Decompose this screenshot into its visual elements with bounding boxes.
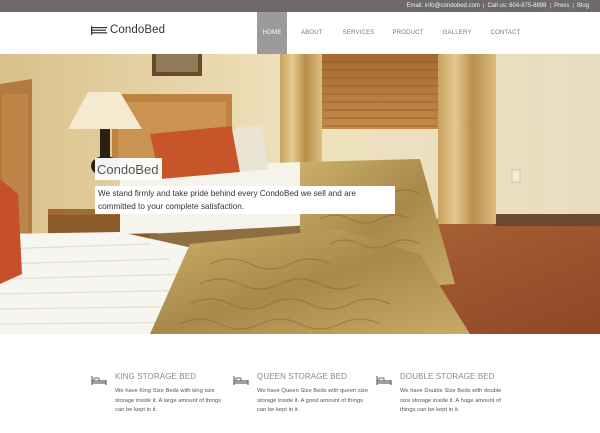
separator: | xyxy=(482,3,485,9)
bed-icon xyxy=(91,376,107,385)
feature-text: We have King Size Beds with king size st… xyxy=(115,388,222,413)
separator: | xyxy=(572,3,574,9)
hero-title: CondoBed xyxy=(95,158,163,180)
logo-bed-icon xyxy=(91,25,107,35)
site-logo[interactable]: CondoBed xyxy=(91,24,165,36)
nav-services[interactable]: SERVICES xyxy=(343,12,375,54)
top-contact-bar: Email: info@condobed.com | Call us: 604-… xyxy=(0,0,600,12)
bed-icon xyxy=(376,376,392,385)
main-nav: HOME ABOUT SERVICES PRODUCT GALLERY CONT… xyxy=(257,12,521,54)
features-section: KING STORAGE BED We have King Size Beds … xyxy=(0,334,600,433)
bed-icon xyxy=(233,376,249,385)
hero-banner: CondoBed We stand firmly and take pride … xyxy=(0,54,600,334)
nav-about[interactable]: ABOUT xyxy=(301,12,323,54)
feature-title: KING STORAGE BED xyxy=(115,372,197,381)
separator: | xyxy=(549,3,552,9)
nav-contact[interactable]: CONTACT xyxy=(491,12,521,54)
site-header: CondoBed HOME ABOUT SERVICES PRODUCT GAL… xyxy=(0,12,600,54)
nav-product[interactable]: PRODUCT xyxy=(393,12,424,54)
logo-text: CondoBed xyxy=(110,24,166,36)
feature-title: QUEEN STORAGE BED xyxy=(257,372,348,381)
press-link[interactable]: Press xyxy=(554,3,569,9)
blog-link[interactable]: Blog xyxy=(577,3,589,9)
nav-gallery[interactable]: GALLERY xyxy=(443,12,472,54)
nav-home[interactable]: HOME xyxy=(257,12,287,54)
hero-body: We stand firmly and take pride behind ev… xyxy=(95,186,395,214)
feature-text: We have Queen Size Beds with queen size … xyxy=(257,388,369,413)
contact-phone[interactable]: Call us: 604-875-8898 xyxy=(487,3,546,9)
contact-email[interactable]: Email: info@condobed.com xyxy=(406,3,479,9)
feature-title: DOUBLE STORAGE BED xyxy=(400,372,495,381)
feature-text: We have Double Size Beds with double siz… xyxy=(400,388,502,413)
